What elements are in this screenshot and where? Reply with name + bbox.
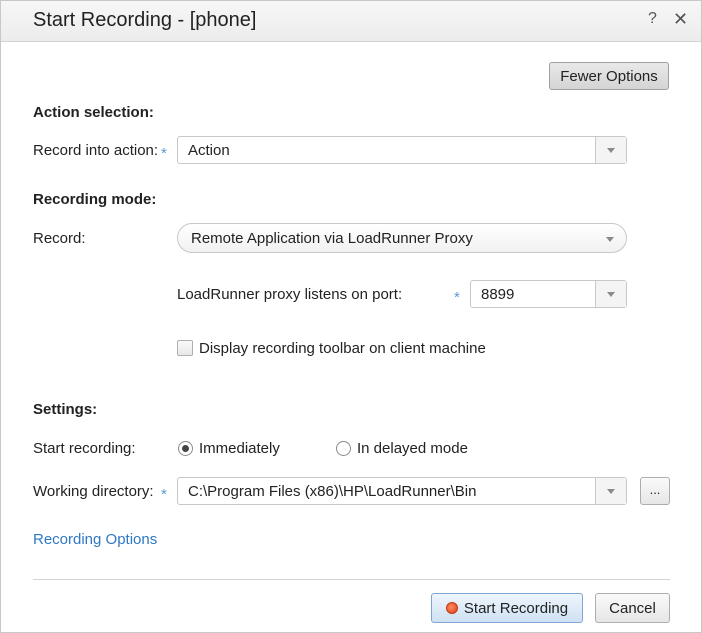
working-directory-label: Working directory: [33, 483, 154, 500]
footer-divider [33, 579, 670, 580]
chevron-down-icon [607, 291, 615, 297]
proxy-port-combo[interactable]: 8899 [470, 280, 627, 308]
chevron-down-icon [607, 488, 615, 494]
browse-button[interactable]: ... [640, 477, 670, 505]
delayed-mode-label[interactable]: In delayed mode [357, 440, 468, 457]
display-toolbar-checkbox[interactable] [177, 340, 193, 356]
record-into-action-label: Record into action: [33, 142, 159, 159]
dialog-titlebar[interactable]: Start Recording - [phone] ? ✕ [1, 1, 701, 42]
delayed-mode-radio[interactable] [336, 441, 351, 456]
proxy-port-value[interactable]: 8899 [481, 286, 514, 303]
action-selection-heading: Action selection: [33, 104, 154, 121]
immediately-radio[interactable] [178, 441, 193, 456]
display-toolbar-label[interactable]: Display recording toolbar on client mach… [199, 340, 486, 357]
working-directory-value[interactable]: C:\Program Files (x86)\HP\LoadRunner\Bin [188, 483, 476, 500]
chevron-down-icon [606, 237, 614, 242]
start-recording-button[interactable]: Start Recording [431, 593, 583, 623]
proxy-port-label: LoadRunner proxy listens on port: [177, 286, 403, 303]
record-into-action-dropdown[interactable] [595, 137, 626, 163]
required-marker: * [161, 486, 167, 503]
recording-mode-heading: Recording mode: [33, 191, 157, 208]
start-recording-dialog: Start Recording - [phone] ? ✕ Fewer Opti… [0, 0, 702, 633]
record-label: Record: [33, 230, 86, 247]
dialog-title: Start Recording - [phone] [33, 9, 257, 31]
recording-options-link[interactable]: Recording Options [33, 531, 157, 548]
start-recording-label: Start recording: [33, 440, 136, 457]
help-icon[interactable]: ? [648, 10, 657, 28]
required-marker: * [454, 289, 460, 306]
start-recording-label: Start Recording [463, 599, 569, 617]
record-mode-select[interactable]: Remote Application via LoadRunner Proxy [177, 223, 627, 253]
required-marker: * [161, 145, 167, 162]
fewer-options-button[interactable]: Fewer Options [549, 62, 669, 90]
record-into-action-combo[interactable]: Action [177, 136, 627, 164]
record-mode-value: Remote Application via LoadRunner Proxy [191, 230, 473, 247]
record-into-action-value[interactable]: Action [188, 142, 230, 159]
working-directory-dropdown[interactable] [595, 478, 626, 504]
chevron-down-icon [607, 147, 615, 153]
cancel-button[interactable]: Cancel [595, 593, 670, 623]
proxy-port-dropdown[interactable] [595, 281, 626, 307]
record-icon [445, 602, 458, 614]
working-directory-combo[interactable]: C:\Program Files (x86)\HP\LoadRunner\Bin [177, 477, 627, 505]
close-icon[interactable]: ✕ [673, 9, 688, 30]
settings-heading: Settings: [33, 401, 98, 418]
immediately-label[interactable]: Immediately [199, 440, 280, 457]
